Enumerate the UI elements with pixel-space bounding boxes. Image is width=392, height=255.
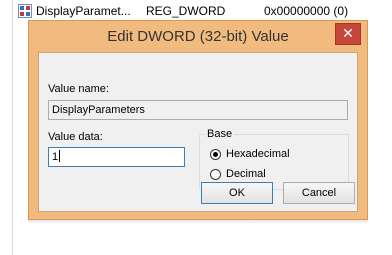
- registry-binary-value-icon: [18, 4, 32, 18]
- dialog-titlebar[interactable]: Edit DWORD (32-bit) Value ✕: [29, 21, 367, 51]
- radio-selected-icon[interactable]: [210, 148, 221, 160]
- value-data-text: 1: [52, 151, 59, 163]
- value-name-field[interactable]: DisplayParameters: [48, 100, 348, 120]
- registry-value-data: 0x00000000 (0): [264, 4, 349, 18]
- value-name-label: Value name:: [48, 83, 109, 95]
- ok-button[interactable]: OK: [201, 182, 273, 204]
- radio-decimal[interactable]: Decimal: [210, 168, 266, 180]
- registry-value-row[interactable]: DisplayParamet... REG_DWORD 0x00000000 (…: [18, 2, 392, 20]
- radio-unselected-icon[interactable]: [210, 168, 221, 180]
- edit-dword-dialog: Edit DWORD (32-bit) Value ✕ Value name: …: [28, 20, 368, 220]
- close-button[interactable]: ✕: [335, 23, 361, 45]
- registry-value-name: DisplayParamet...: [36, 4, 131, 18]
- radio-decimal-label: Decimal: [226, 168, 266, 180]
- radio-hexadecimal[interactable]: Hexadecimal: [210, 148, 290, 160]
- registry-value-type: REG_DWORD: [146, 4, 226, 18]
- text-caret: [59, 150, 61, 162]
- value-data-input[interactable]: 1: [48, 147, 185, 167]
- tree-pane-edge: [0, 0, 13, 255]
- cancel-button[interactable]: Cancel: [283, 182, 355, 204]
- base-label: Base: [205, 128, 235, 140]
- close-icon: ✕: [342, 25, 354, 41]
- dialog-title: Edit DWORD (32-bit) Value: [107, 28, 289, 45]
- radio-hexadecimal-label: Hexadecimal: [226, 148, 290, 160]
- value-data-label: Value data:: [48, 131, 103, 143]
- dialog-body: Value name: DisplayParameters Value data…: [38, 52, 358, 212]
